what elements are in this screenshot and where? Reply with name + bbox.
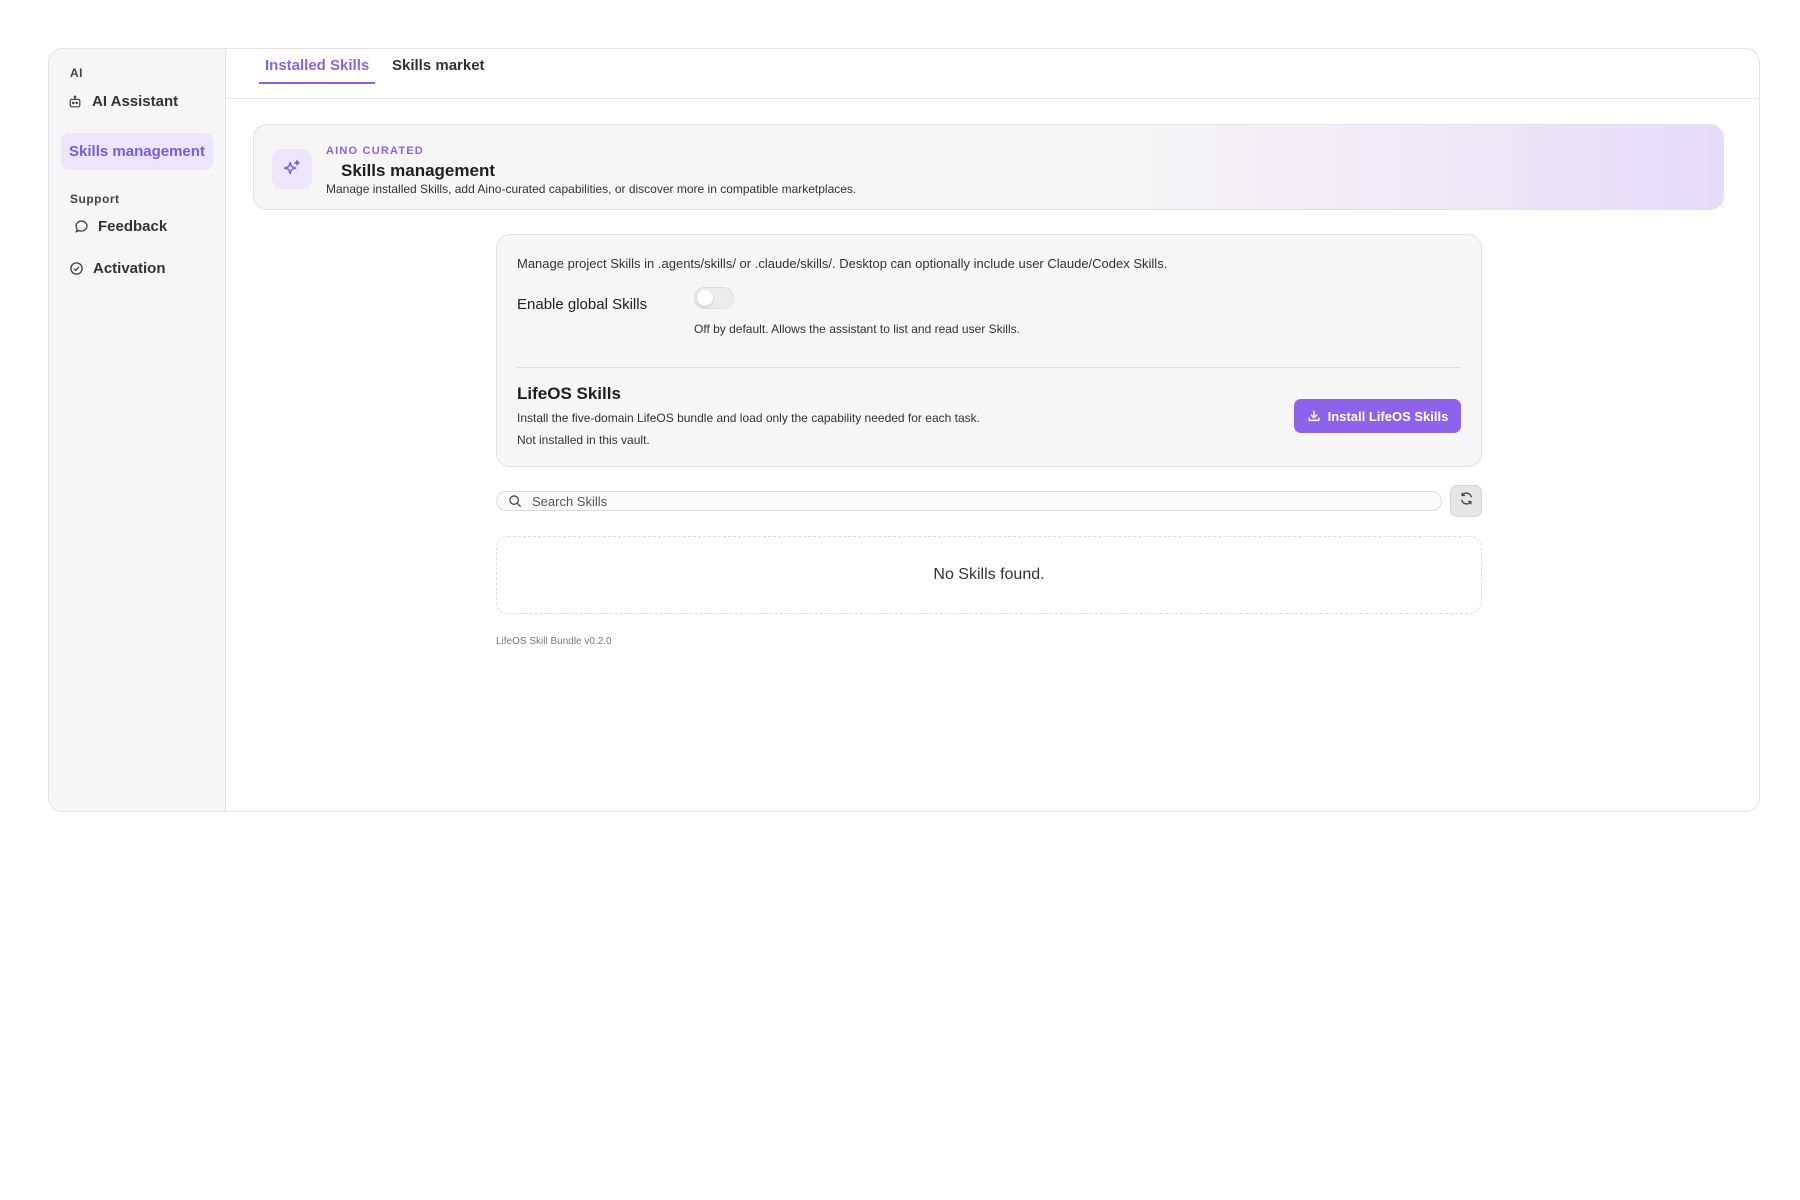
divider — [517, 367, 1461, 368]
refresh-button[interactable] — [1450, 485, 1482, 517]
lifeos-status: Not installed in this vault. — [517, 433, 650, 447]
tab-skills-market[interactable]: Skills market — [386, 57, 491, 82]
sidebar: AI AI Assistant Skills management Suppor… — [49, 49, 226, 811]
install-button-label: Install LifeOS Skills — [1327, 408, 1449, 424]
search-icon — [508, 494, 522, 508]
hero-banner: AINO CURATED Skills management Manage in… — [253, 124, 1724, 210]
sidebar-item-activation[interactable]: Activation — [68, 250, 207, 287]
sidebar-section-ai: AI — [70, 66, 83, 80]
tab-installed-skills[interactable]: Installed Skills — [259, 57, 376, 84]
robot-icon — [67, 94, 83, 110]
refresh-icon — [1459, 491, 1474, 511]
hero-description: Manage installed Skills, add Aino-curate… — [326, 182, 857, 196]
sidebar-section-support: Support — [70, 192, 120, 206]
global-skills-toggle[interactable] — [694, 287, 734, 309]
app-window: AI AI Assistant Skills management Suppor… — [48, 48, 1760, 812]
settings-card: Manage project Skills in .agents/skills/… — [496, 234, 1482, 467]
sidebar-item-skills-management[interactable]: Skills management — [61, 133, 213, 170]
download-icon — [1307, 409, 1321, 423]
check-circle-icon — [68, 261, 84, 277]
settings-intro: Manage project Skills in .agents/skills/… — [517, 256, 1168, 271]
sidebar-item-label: Activation — [93, 260, 166, 277]
chat-bubble-icon — [73, 219, 89, 235]
install-lifeos-button[interactable]: Install LifeOS Skills — [1294, 399, 1461, 433]
sidebar-item-label: AI Assistant — [92, 93, 179, 110]
lifeos-description: Install the five-domain LifeOS bundle an… — [517, 411, 980, 425]
main-content: Installed Skills Skills market AINO CURA… — [226, 49, 1759, 811]
tab-bar: Installed Skills Skills market — [226, 49, 1759, 99]
global-skills-help: Off by default. Allows the assistant to … — [694, 322, 1020, 336]
sidebar-item-feedback[interactable]: Feedback — [73, 208, 207, 245]
toggle-knob — [697, 290, 713, 306]
global-skills-label: Enable global Skills — [517, 296, 648, 313]
version-label: LifeOS Skill Bundle v0.2.0 — [496, 636, 612, 647]
search-input[interactable] — [532, 493, 1412, 509]
hero-eyebrow: AINO CURATED — [326, 145, 424, 157]
lifeos-title: LifeOS Skills — [517, 384, 621, 403]
sidebar-item-label: Skills management — [69, 143, 205, 160]
sidebar-item-label: Feedback — [98, 218, 168, 235]
sidebar-item-ai-assistant[interactable]: AI Assistant — [67, 83, 207, 120]
sparkles-icon — [272, 149, 312, 189]
page-title: Skills management — [341, 161, 496, 180]
empty-state: No Skills found. — [496, 536, 1482, 614]
search-bar — [496, 491, 1442, 511]
